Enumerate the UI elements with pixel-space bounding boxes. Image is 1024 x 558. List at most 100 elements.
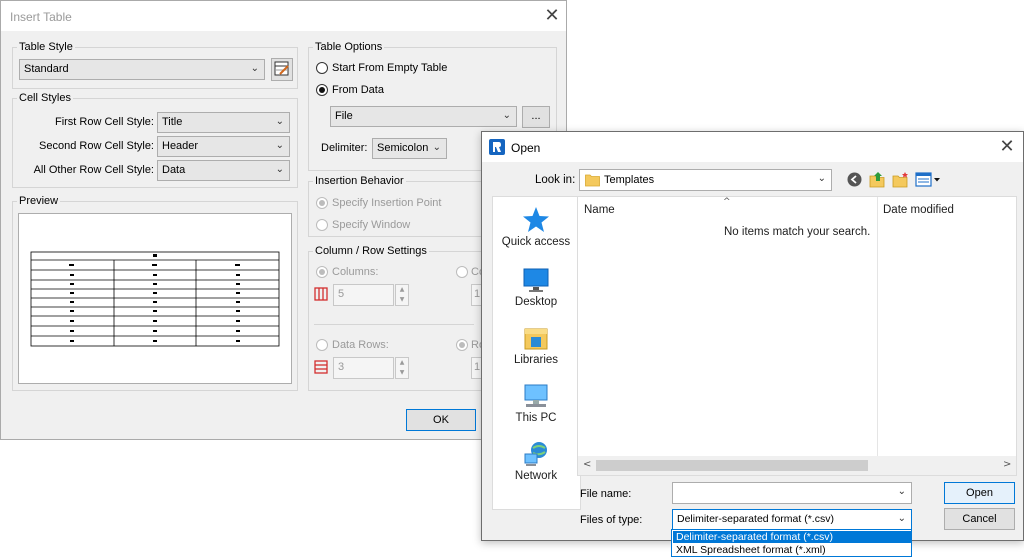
table-preview-graphic [30, 251, 280, 347]
chevron-down-icon: ⌄ [897, 486, 906, 497]
column-header-name[interactable]: Name [584, 204, 615, 216]
open-close-icon[interactable]: ✕ [994, 134, 1020, 160]
place-label: This PC [515, 412, 557, 424]
table-style-edit-button[interactable] [271, 58, 293, 81]
place-label: Network [514, 470, 558, 482]
chevron-down-icon: ⌄ [432, 142, 441, 153]
table-style-legend: Table Style [19, 41, 73, 53]
second-row-style-select[interactable]: Header ⌄ [157, 136, 290, 157]
place-label: Quick access [501, 236, 571, 248]
open-button[interactable]: Open [944, 482, 1015, 504]
start-empty-radio[interactable] [316, 62, 328, 74]
cell-styles-legend: Cell Styles [19, 92, 71, 104]
sort-ascending-icon: ^ [723, 197, 731, 207]
chevron-down-icon: ⌄ [502, 110, 511, 121]
app-logo-icon [489, 139, 505, 155]
folder-icon [585, 174, 600, 187]
table-preview [18, 213, 292, 384]
insert-table-title: Insert Table [10, 10, 72, 24]
network-icon [524, 442, 547, 466]
specify-window-label: Specify Window [332, 219, 411, 231]
second-row-style-label: Second Row Cell Style: [39, 140, 154, 152]
column-width-radio[interactable] [456, 266, 468, 278]
look-in-label: Look in: [535, 174, 576, 186]
columns-input[interactable]: 5 [333, 284, 394, 306]
table-style-select[interactable]: Standard ⌄ [19, 59, 265, 80]
chevron-down-icon: ⌄ [250, 63, 259, 74]
first-row-style-value: Title [162, 116, 183, 128]
scrollbar-thumb[interactable] [596, 460, 868, 471]
chevron-down-icon: ⌄ [275, 164, 284, 175]
place-label: Libraries [513, 354, 559, 366]
row-height-radio[interactable] [456, 339, 468, 351]
files-of-type-select[interactable]: Delimiter-separated format (*.csv) ⌄ [672, 509, 912, 530]
browse-button[interactable]: ... [522, 106, 550, 128]
columns-label: Columns: [332, 266, 379, 278]
place-libraries[interactable]: Libraries [492, 318, 581, 374]
cancel-button[interactable]: Cancel [944, 508, 1015, 530]
data-source-value: File [335, 110, 353, 122]
ok-button[interactable]: OK [406, 409, 476, 431]
columns-radio[interactable] [316, 266, 328, 278]
new-folder-icon[interactable] [892, 171, 909, 188]
type-option-csv[interactable]: Delimiter-separated format (*.csv) [673, 531, 911, 543]
file-name-input[interactable]: ⌄ [672, 482, 912, 504]
data-rows-label: Data Rows: [332, 339, 389, 351]
desktop-icon [523, 268, 549, 292]
place-quick-access[interactable]: Quick access [492, 200, 581, 256]
delimiter-label: Delimiter: [321, 142, 368, 154]
file-name-label: File name: [580, 488, 632, 500]
column-row-settings-legend: Column / Row Settings [315, 245, 427, 257]
quick-access-star-icon [523, 207, 549, 232]
column-header-date-modified[interactable]: Date modified [883, 204, 954, 216]
delimiter-select[interactable]: Semicolon ⌄ [372, 138, 447, 159]
edit-table-style-icon [274, 61, 289, 76]
data-source-select[interactable]: File ⌄ [330, 106, 517, 127]
specify-point-radio[interactable] [316, 197, 328, 209]
chevron-down-icon: ⌄ [275, 116, 284, 127]
insert-table-close-icon[interactable]: ✕ [539, 3, 565, 29]
place-desktop[interactable]: Desktop [492, 260, 581, 316]
other-row-style-label: All Other Row Cell Style: [33, 164, 154, 176]
data-rows-spinner[interactable]: ▲ ▼ [395, 357, 409, 379]
back-icon[interactable] [847, 172, 862, 187]
files-of-type-label: Files of type: [580, 514, 643, 526]
column-divider [877, 197, 878, 475]
data-rows-input[interactable]: 3 [333, 357, 394, 379]
scroll-left-icon[interactable]: < [583, 459, 591, 470]
settings-divider [314, 324, 474, 325]
view-menu-icon[interactable] [915, 172, 941, 187]
place-label: Desktop [514, 296, 558, 308]
place-network[interactable]: Network [492, 434, 581, 490]
open-dialog: Open ✕ Look in: Templates ⌄ Quick access [481, 131, 1024, 541]
place-this-pc[interactable]: This PC [492, 376, 581, 432]
first-row-style-label: First Row Cell Style: [54, 116, 154, 128]
table-style-value: Standard [24, 63, 69, 75]
this-pc-icon [524, 384, 548, 407]
horizontal-scrollbar[interactable]: < > [578, 456, 1016, 475]
other-row-style-value: Data [162, 164, 186, 176]
columns-icon [314, 287, 328, 301]
file-list[interactable]: Name ^ Date modified No items match your… [577, 196, 1017, 476]
start-empty-label: Start From Empty Table [332, 62, 448, 74]
columns-spinner[interactable]: ▲ ▼ [395, 284, 409, 306]
up-folder-icon[interactable] [869, 171, 886, 188]
preview-legend: Preview [19, 195, 59, 207]
look-in-value: Templates [604, 174, 655, 186]
files-of-type-value: Delimiter-separated format (*.csv) [677, 513, 834, 525]
specify-window-radio[interactable] [316, 219, 328, 231]
rows-icon [314, 360, 328, 374]
type-option-xml[interactable]: XML Spreadsheet format (*.xml) [673, 544, 911, 556]
files-of-type-dropdown: Delimiter-separated format (*.csv) XML S… [671, 529, 912, 557]
other-row-style-select[interactable]: Data ⌄ [157, 160, 290, 181]
specify-point-label: Specify Insertion Point [332, 197, 442, 209]
insertion-behavior-legend: Insertion Behavior [315, 175, 404, 187]
first-row-style-select[interactable]: Title ⌄ [157, 112, 290, 133]
scroll-right-icon[interactable]: > [1003, 459, 1011, 470]
empty-message: No items match your search. [724, 226, 871, 238]
chevron-down-icon: ⌄ [897, 513, 906, 524]
insert-table-titlebar: Insert Table ✕ [1, 1, 566, 31]
from-data-radio[interactable] [316, 84, 328, 96]
data-rows-radio[interactable] [316, 339, 328, 351]
look-in-select[interactable]: Templates ⌄ [579, 169, 832, 191]
